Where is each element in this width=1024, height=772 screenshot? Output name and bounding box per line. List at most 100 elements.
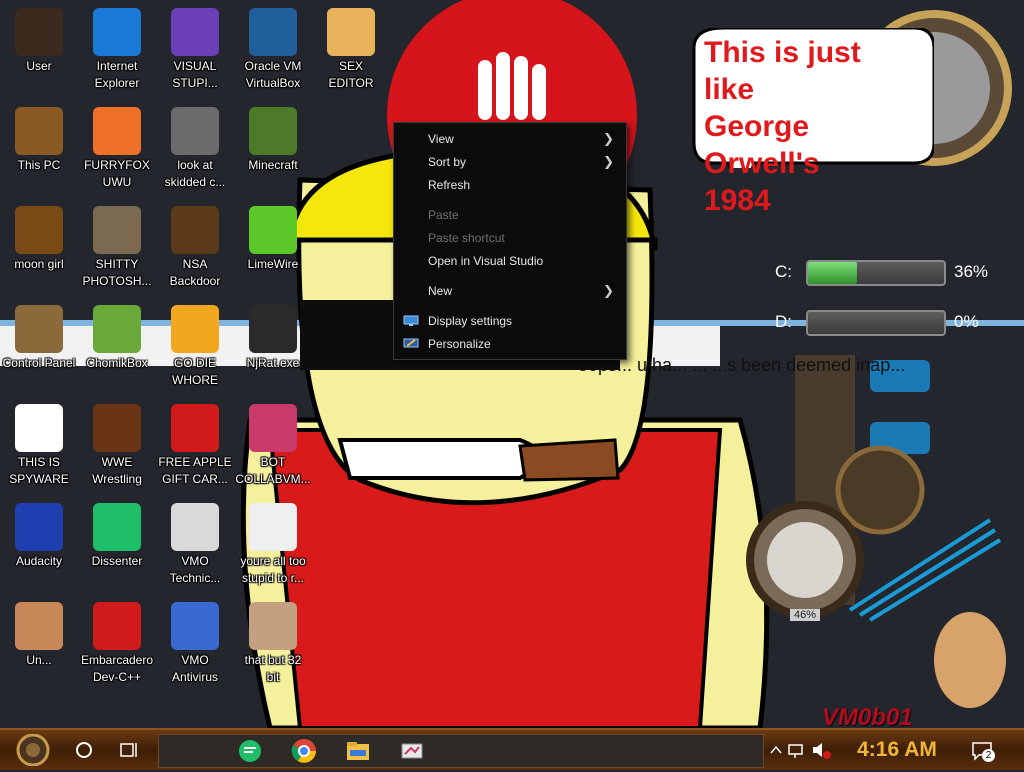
desktop-icon[interactable]: THIS IS SPYWARE [0,404,78,488]
file-explorer-icon [347,742,369,760]
desktop-icon-label: VMO Technic... [169,554,221,585]
desktop-icon-label: VMO Antivirus [171,653,218,684]
chrome-icon [291,739,316,763]
notification-count-badge: 2 [982,749,995,762]
desktop-icon-label: GO DIE WHORE [172,356,218,387]
desktop-icon[interactable]: User [0,8,78,75]
menu-item-paste-shortcut: Paste shortcut [394,227,626,249]
desktop-icon[interactable]: WWE Wrestling [78,404,156,488]
drive-d-label: D: [775,312,792,331]
computer-icon [15,107,63,155]
desktop-icon-label: ChomikBox [86,356,148,370]
show-hidden-icons-button[interactable] [768,734,784,766]
taskbar-app-dissenter[interactable] [233,735,267,767]
edge-browser-icon [93,8,141,56]
desktop-icon[interactable]: moon girl [0,206,78,273]
drive-d-percent: 0% [954,312,979,331]
desktop-icon-label: moon girl [14,257,64,271]
chevron-right-icon: ❯ [603,283,614,298]
taskbar: 4:16 AM [0,728,1024,770]
desktop-icon[interactable]: Internet Explorer [78,8,156,92]
desktop-icon-label: Minecraft [248,158,298,172]
desktop-icon[interactable]: LimeWire [234,206,312,273]
desktop-icon[interactable]: Oracle VM VirtualBox [234,8,312,92]
menu-item-personalize[interactable]: Personalize [394,333,626,355]
menu-item-open-in-visual-studio[interactable]: Open in Visual Studio [394,250,626,272]
de-app-icon [171,305,219,353]
desktop-icon-label: User [26,59,52,73]
desktop-icon[interactable]: ChomikBox [78,305,156,372]
limewire-icon [249,206,297,254]
folder-stack-icon [171,107,219,155]
desktop-icon[interactable]: SEX EDITOR [312,8,390,92]
hxd-editor-icon [327,8,375,56]
desktop-icon[interactable]: SHITTY PHOTOSH... [78,206,156,290]
desktop-icon[interactable]: VMO Antivirus [156,602,234,686]
desktop-icon[interactable]: FURRYFOX UWU [78,107,156,191]
desktop-icon[interactable]: This PC [0,107,78,174]
chomikbox-icon [93,305,141,353]
drive-c-meter [806,260,946,286]
display-icon [403,315,419,326]
start-button[interactable] [10,733,56,767]
desktop-icon[interactable]: VISUAL STUPI... [156,8,234,92]
search-button[interactable] [70,734,98,766]
desktop-icon-label: FREE APPLE GIFT CAR... [158,455,232,486]
drive-c-fill [808,262,857,284]
desktop-icon[interactable]: NSA Backdoor [156,206,234,290]
desktop-icon[interactable]: that but 32 bit [234,602,312,686]
desktop-icon-label: look at skidded c... [164,158,226,189]
menu-item-refresh[interactable]: Refresh [394,174,626,196]
network-status-button[interactable] [786,734,806,766]
desktop-icon[interactable]: FREE APPLE GIFT CAR... [156,404,234,488]
volume-muted-icon [813,743,831,759]
drive-d-meter [806,310,946,336]
desktop-icon-label: that but 32 bit [244,653,302,684]
desktop-icon-label: THIS IS SPYWARE [9,455,69,486]
control-panel-icon [15,305,63,353]
chevron-right-icon: ❯ [603,154,614,169]
desktop-icon[interactable]: BOT COLLABVM... [234,404,312,488]
dissenter-icon [239,740,261,762]
menu-item-display-settings[interactable]: Display settings [394,310,626,332]
taskbar-clock[interactable]: 4:16 AM [845,734,949,766]
desktop-icon[interactable]: Control Panel [0,305,78,372]
menu-item-paste: Paste [394,204,626,226]
menu-item-sort-by[interactable]: Sort by ❯ [394,151,626,173]
desktop-icon[interactable]: NjRat.exe [234,305,312,372]
monitor-icon [249,404,297,452]
desktop-icon-label: LimeWire [247,257,299,271]
desktop-icon[interactable]: youre all too stupid to r... [234,503,312,587]
personalize-icon [403,338,419,348]
menu-item-paste-label: Paste [428,208,459,222]
drive-c-percent: 36% [954,262,989,281]
desktop-icon[interactable]: Minecraft [234,107,312,174]
menu-item-view[interactable]: View ❯ [394,128,626,150]
network-icon [788,744,803,758]
desktop-icon-label: Internet Explorer [94,59,140,90]
menu-item-display-settings-label: Display settings [428,314,513,328]
desktop-icon[interactable]: Dissenter [78,503,156,570]
desktop-icon[interactable]: Embarcadero Dev-C++ [78,602,156,686]
technician-icon [171,503,219,551]
desktop-icon[interactable]: Un... [0,602,78,669]
taskbar-app-collabvm[interactable] [395,735,429,767]
task-view-button[interactable] [114,734,144,766]
taskbar-app-file-explorer[interactable] [341,735,375,767]
monitor-icon [401,743,423,759]
desktop-icon[interactable]: Audacity [0,503,78,570]
shortcut-folder-icon [171,206,219,254]
taskbar-app-chrome[interactable] [287,735,321,767]
devcpp-icon [93,602,141,650]
desktop-icon-label: Un... [26,653,52,667]
desktop-icon[interactable]: look at skidded c... [156,107,234,191]
audacity-icon [15,503,63,551]
menu-item-new[interactable]: New ❯ [394,280,626,302]
banner-text: oops... u ha... ... ...s been deemed ina… [578,355,906,375]
volume-button[interactable] [810,734,832,766]
apple-icon [171,404,219,452]
user-folder-icon [15,8,63,56]
desktop-icon[interactable]: VMO Technic... [156,503,234,587]
desktop-icon-label: WWE Wrestling [92,455,142,486]
desktop-icon[interactable]: GO DIE WHORE [156,305,234,389]
